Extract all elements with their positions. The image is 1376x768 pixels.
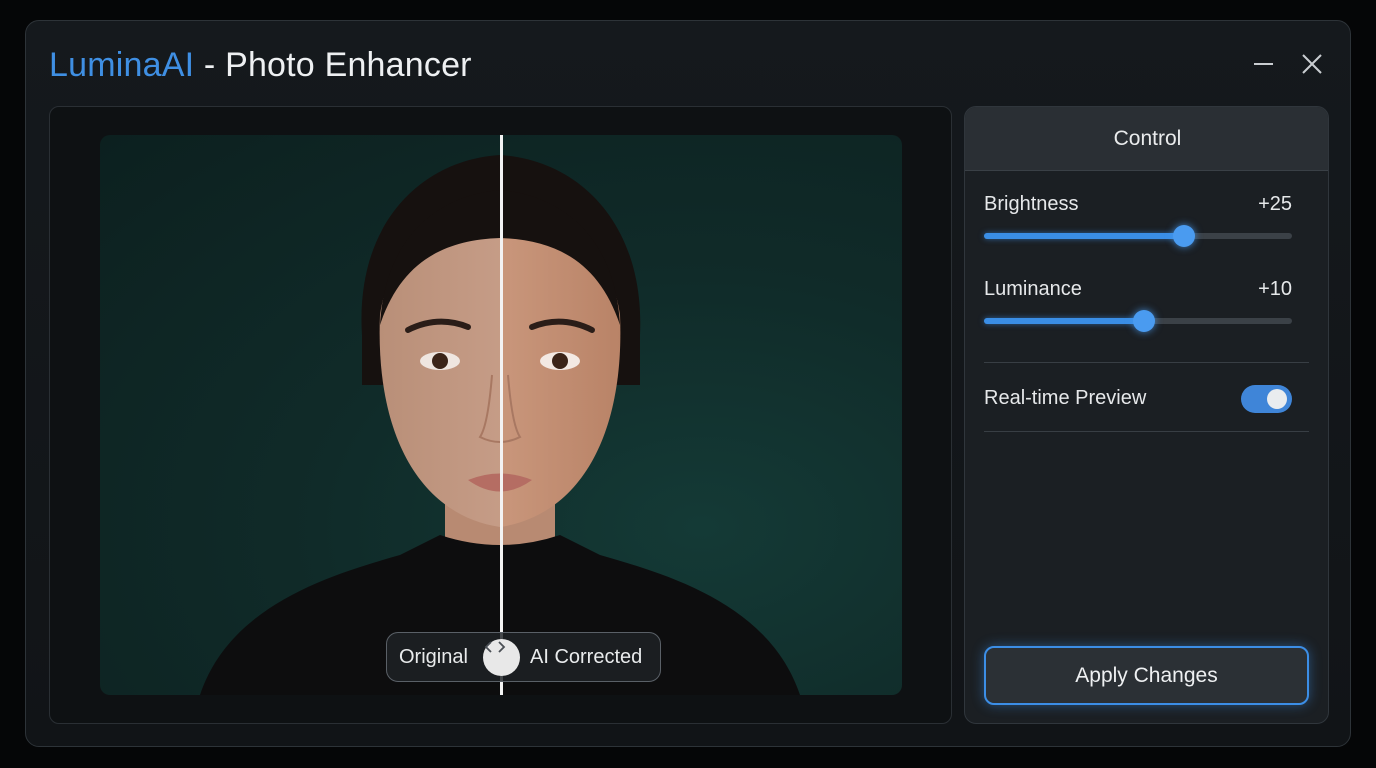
slider-thumb[interactable] (1133, 310, 1155, 332)
close-button[interactable] (1297, 49, 1327, 79)
brightness-label: Brightness (984, 193, 1079, 215)
image-preview-panel: Original AI Corrected (49, 106, 952, 724)
brightness-slider[interactable] (984, 225, 1292, 247)
original-label: Original (399, 646, 468, 668)
luminance-label: Luminance (984, 278, 1082, 300)
minimize-icon (1254, 63, 1273, 65)
page-title: LuminaAI - Photo Enhancer (49, 46, 472, 85)
slider-fill (984, 233, 1184, 239)
close-icon (1302, 54, 1322, 74)
comparison-divider[interactable] (500, 135, 503, 695)
slider-fill (984, 318, 1144, 324)
comparison-label-pill: Original AI Corrected (386, 632, 661, 682)
brightness-value: +25 (1258, 193, 1292, 215)
chevrons-left-right-icon (484, 641, 506, 653)
portrait-photo: Original AI Corrected (100, 135, 902, 695)
app-window: LuminaAI - Photo Enhancer Original AI Co… (25, 20, 1351, 747)
realtime-preview-label: Real-time Preview (984, 387, 1147, 409)
control-panel-header: Control (965, 107, 1328, 171)
divider (984, 431, 1309, 432)
realtime-preview-toggle[interactable] (1241, 385, 1292, 413)
ai-corrected-label: AI Corrected (530, 646, 643, 668)
minimize-button[interactable] (1248, 49, 1278, 79)
comparison-handle[interactable] (483, 639, 520, 676)
brand-name: LuminaAI (49, 46, 195, 84)
title-text: - Photo Enhancer (194, 46, 472, 84)
toggle-knob (1267, 389, 1287, 409)
control-panel: Control Brightness +25 Luminance +10 Rea… (964, 106, 1329, 724)
luminance-slider[interactable] (984, 310, 1292, 332)
slider-thumb[interactable] (1173, 225, 1195, 247)
divider (984, 362, 1309, 363)
apply-changes-button[interactable]: Apply Changes (984, 646, 1309, 705)
luminance-value: +10 (1258, 278, 1292, 300)
